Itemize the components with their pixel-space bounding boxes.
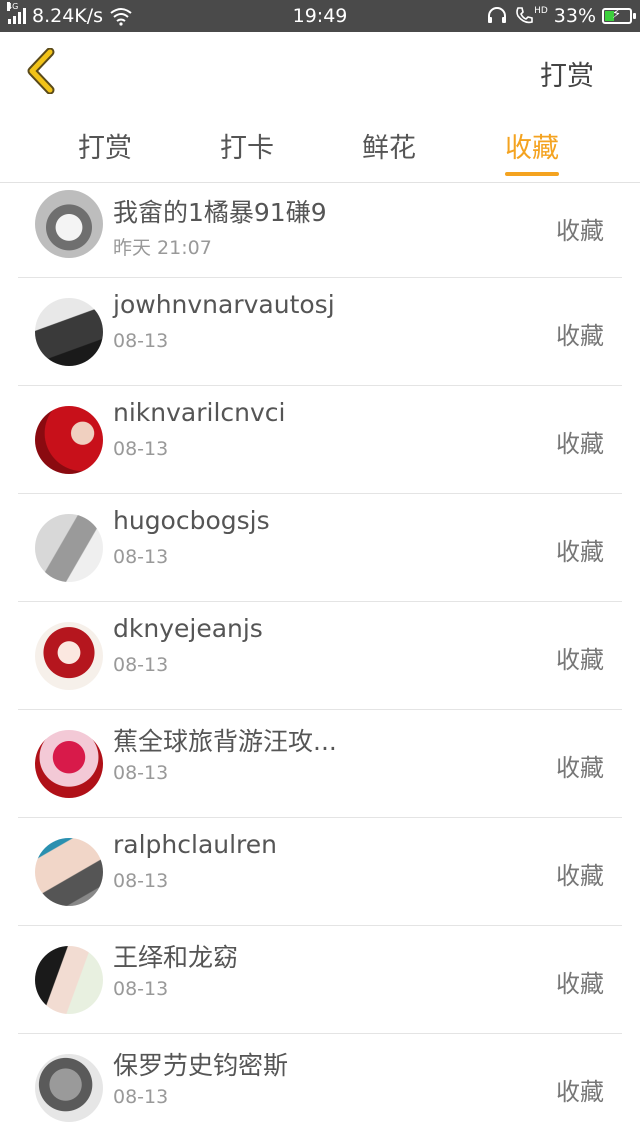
list-item[interactable]: 保罗芀史钧密斯 08-13 收藏 bbox=[0, 1034, 640, 1142]
battery-icon: ⚡ bbox=[602, 7, 636, 24]
phone-icon bbox=[516, 7, 533, 24]
favorite-label: 收藏 bbox=[556, 970, 604, 998]
list-item[interactable]: 我畲的1橘暴91磏9 昨天 21:07 收藏 bbox=[0, 183, 640, 278]
favorite-label: 收藏 bbox=[556, 754, 604, 782]
tab-reward[interactable]: 打赏 bbox=[78, 126, 132, 182]
list-item[interactable]: ralphclaulren 08-13 收藏 bbox=[0, 818, 640, 926]
user-name: 王绎和龙窈 bbox=[113, 943, 239, 972]
tab-favorites[interactable]: 收藏 bbox=[505, 126, 559, 182]
user-name: 我畲的1橘暴91磏9 bbox=[113, 198, 327, 227]
user-name: dknyejeanjs bbox=[113, 614, 263, 643]
timestamp: 08-13 bbox=[113, 978, 169, 1000]
tab-label: 鲜花 bbox=[362, 133, 416, 164]
headset-icon bbox=[488, 7, 507, 23]
tab-bar: 打赏 打卡 鲜花 收藏 bbox=[0, 118, 640, 183]
user-name: jowhnvnarvautosj bbox=[113, 290, 335, 319]
favorite-label: 收藏 bbox=[556, 862, 604, 890]
favorite-label: 收藏 bbox=[556, 646, 604, 674]
status-right: HD 33% ⚡ bbox=[486, 4, 636, 28]
user-name: hugocbogsjs bbox=[113, 506, 270, 535]
list-item[interactable]: 蕉全球旅背游汪攻... 08-13 收藏 bbox=[0, 710, 640, 818]
timestamp: 08-13 bbox=[113, 546, 169, 568]
avatar[interactable] bbox=[35, 1054, 103, 1122]
list-item[interactable]: niknvarilcnvci 08-13 收藏 bbox=[0, 386, 640, 494]
active-tab-indicator bbox=[505, 172, 559, 176]
timestamp: 08-13 bbox=[113, 438, 169, 460]
avatar[interactable] bbox=[35, 406, 103, 474]
list-item[interactable]: jowhnvnarvautosj 08-13 收藏 bbox=[0, 278, 640, 386]
timestamp: 08-13 bbox=[113, 762, 169, 784]
timestamp: 08-13 bbox=[113, 870, 169, 892]
avatar[interactable] bbox=[35, 190, 103, 258]
status-bar: 4G 8.24K/s 19:49 HD 33% ⚡ bbox=[0, 0, 640, 32]
list-item[interactable]: dknyejeanjs 08-13 收藏 bbox=[0, 602, 640, 710]
timestamp: 08-13 bbox=[113, 330, 169, 352]
back-button[interactable] bbox=[22, 47, 62, 95]
favorites-list: 我畲的1橘暴91磏9 昨天 21:07 收藏 jowhnvnarvautosj … bbox=[0, 183, 640, 1142]
tab-flowers[interactable]: 鲜花 bbox=[362, 126, 416, 182]
favorite-label: 收藏 bbox=[556, 322, 604, 350]
avatar[interactable] bbox=[35, 622, 103, 690]
favorite-label: 收藏 bbox=[556, 538, 604, 566]
favorite-label: 收藏 bbox=[556, 430, 604, 458]
tab-label: 打赏 bbox=[78, 133, 132, 164]
favorite-label: 收藏 bbox=[556, 217, 604, 245]
user-name: ralphclaulren bbox=[113, 830, 278, 859]
user-name: 保罗芀史钧密斯 bbox=[113, 1051, 289, 1080]
timestamp: 昨天 21:07 bbox=[113, 237, 212, 259]
battery-percent: 33% bbox=[553, 5, 596, 27]
tab-checkin[interactable]: 打卡 bbox=[220, 126, 274, 182]
tab-label: 打卡 bbox=[220, 133, 274, 164]
avatar[interactable] bbox=[35, 298, 103, 366]
reward-button[interactable]: 打赏 bbox=[540, 54, 594, 93]
chevron-left-icon bbox=[27, 47, 55, 95]
user-name: niknvarilcnvci bbox=[113, 398, 286, 427]
tab-label: 收藏 bbox=[505, 133, 559, 164]
avatar[interactable] bbox=[35, 730, 103, 798]
list-item[interactable]: hugocbogsjs 08-13 收藏 bbox=[0, 494, 640, 602]
header-bar: 打赏 bbox=[0, 32, 640, 110]
avatar[interactable] bbox=[35, 946, 103, 1014]
timestamp: 08-13 bbox=[113, 654, 169, 676]
timestamp: 08-13 bbox=[113, 1086, 169, 1108]
list-item[interactable]: 王绎和龙窈 08-13 收藏 bbox=[0, 926, 640, 1034]
hd-badge: HD bbox=[534, 6, 548, 16]
avatar[interactable] bbox=[35, 838, 103, 906]
avatar[interactable] bbox=[35, 514, 103, 582]
favorite-label: 收藏 bbox=[556, 1078, 604, 1106]
user-name: 蕉全球旅背游汪攻... bbox=[113, 727, 337, 756]
